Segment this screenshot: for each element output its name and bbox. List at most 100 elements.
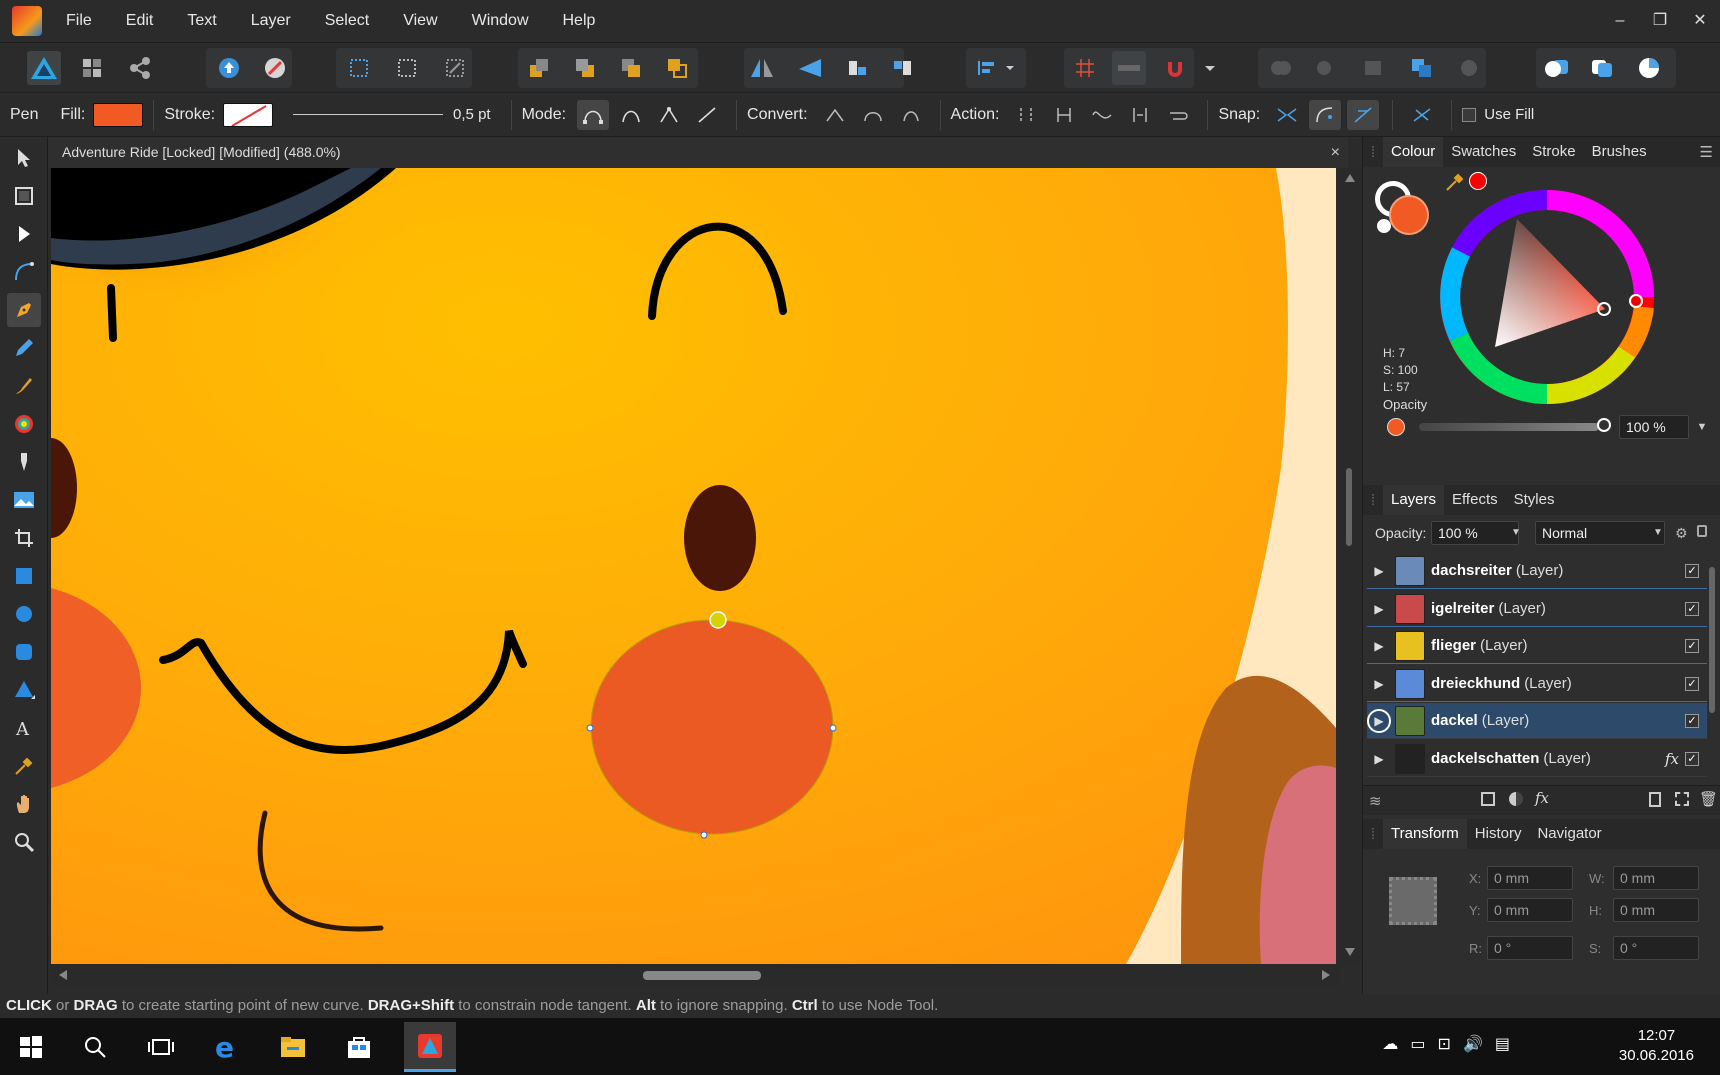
triangle-tool-icon[interactable] [7,673,41,707]
snapping-dropdown-icon[interactable] [1200,51,1220,85]
menu-layer[interactable]: Layer [239,0,313,42]
break-curve-icon[interactable] [1010,100,1042,130]
menu-window[interactable]: Window [460,0,551,42]
menu-view[interactable]: View [391,0,459,42]
move-tool-icon[interactable] [7,141,41,175]
delete-layer-icon[interactable]: 🗑 [1699,790,1718,808]
hand-tool-icon[interactable] [7,787,41,821]
vector-brush-tool-icon[interactable] [7,369,41,403]
volume-icon[interactable]: 🔊 [1463,1034,1483,1054]
battery-icon[interactable]: ▭ [1410,1034,1425,1054]
zoom-tool-icon[interactable] [7,825,41,859]
tab-styles[interactable]: Styles [1506,485,1563,515]
assistant-icon[interactable] [258,51,292,85]
reverse-curve-icon[interactable] [1162,100,1194,130]
blend-mode-dropdown-icon[interactable]: ▼ [1653,521,1663,545]
layer-row[interactable]: ▶ dreieckhund (Layer) ✓ [1367,666,1707,702]
menu-help[interactable]: Help [551,0,618,42]
fill-stroke-selector[interactable] [1375,181,1435,241]
horizontal-scrollbar[interactable] [51,964,1338,986]
designer-persona-icon[interactable] [27,51,61,85]
network-icon[interactable]: ⊡ [1438,1034,1451,1054]
start-icon[interactable] [12,1028,50,1066]
layer-opacity-field[interactable]: 100 % [1431,521,1519,545]
snap-options-icon[interactable] [1406,100,1438,130]
restore-button[interactable]: ❐ [1640,0,1680,42]
pixel-persona-icon[interactable] [75,51,109,85]
pen-mode-icon[interactable] [577,99,610,130]
layer-visibility-checkbox[interactable]: ✓ [1685,563,1699,578]
corner-tool-icon[interactable] [7,255,41,289]
smart-mode-icon[interactable] [615,100,647,130]
x-field[interactable]: 0 mm [1487,866,1573,890]
colour-wheel[interactable] [1437,187,1657,411]
search-icon[interactable] [76,1028,114,1066]
vertical-scroll-thumb[interactable] [1346,468,1352,546]
close-curve-icon[interactable] [1048,100,1080,130]
tab-effects[interactable]: Effects [1444,485,1506,515]
layer-row-selected[interactable]: ▶ dackel (Layer) ✓ [1367,703,1707,739]
snap-to-geometry-icon[interactable] [1347,99,1380,130]
tab-stroke[interactable]: Stroke [1524,137,1583,167]
fill-tool-icon[interactable] [7,407,41,441]
expand-icon[interactable]: ▶ [1367,602,1391,616]
node-tool-icon[interactable] [7,217,41,251]
onedrive-icon[interactable]: ☁ [1382,1034,1398,1054]
opacity-slider-handle[interactable] [1597,418,1611,432]
insert-inside-icon[interactable] [1586,51,1620,85]
flip-horizontal-icon[interactable] [745,51,779,85]
share-icon[interactable] [212,51,246,85]
select-none-icon[interactable] [390,51,424,85]
crop-tool-icon[interactable] [7,521,41,555]
edge-browser-icon[interactable]: e [208,1028,246,1066]
polygon-mode-icon[interactable] [653,100,685,130]
ellipse-tool-icon[interactable] [7,597,41,631]
add-layer-icon[interactable] [1649,792,1661,807]
w-field[interactable]: 0 mm [1613,866,1699,890]
fx-icon[interactable]: fx [1665,750,1679,768]
rotate-right-icon[interactable] [886,51,920,85]
scroll-up-icon[interactable] [1345,174,1355,182]
panel-menu-icon[interactable]: ☰ [1700,143,1713,161]
tab-colour[interactable]: Colour [1383,137,1444,167]
colour-opacity-field[interactable]: 100 % [1619,415,1689,439]
line-mode-icon[interactable] [691,100,723,130]
rotate-left-icon[interactable] [840,51,874,85]
move-to-front-icon[interactable] [660,51,694,85]
stroke-width-value[interactable]: 0,5 pt [453,106,491,123]
group-icon[interactable] [1675,792,1689,806]
affinity-designer-taskbar-icon[interactable] [404,1022,456,1072]
effects-icon[interactable]: fx [1535,789,1549,807]
snap-to-nodes-icon[interactable] [1271,100,1303,130]
grid-snap-icon[interactable] [1068,51,1102,85]
tab-layers[interactable]: Layers [1383,485,1445,515]
use-fill-checkbox[interactable] [1462,107,1477,122]
task-view-icon[interactable] [142,1028,180,1066]
join-curves-icon[interactable] [1124,100,1156,130]
tab-navigator[interactable]: Navigator [1529,819,1609,849]
anchor-selector-icon[interactable] [1389,877,1437,925]
artboard-tool-icon[interactable] [7,179,41,213]
y-field[interactable]: 0 mm [1487,898,1573,922]
close-document-icon[interactable]: × [1331,137,1340,168]
layer-row[interactable]: ▶ dachsreiter (Layer) ✓ [1367,553,1707,589]
shear-field[interactable]: 0 ° [1613,936,1699,960]
move-to-back-icon[interactable] [522,51,556,85]
layer-settings-icon[interactable]: ⚙ [1675,525,1688,542]
scroll-left-icon[interactable] [59,970,67,980]
canvas[interactable] [51,168,1336,964]
snap-to-curve-icon[interactable] [1309,99,1342,130]
layer-row[interactable]: ▶ igelreiter (Layer) ✓ [1367,591,1707,627]
layer-opacity-dropdown-icon[interactable]: ▼ [1511,521,1521,545]
menu-text[interactable]: Text [175,0,238,42]
artwork[interactable] [51,168,1336,964]
transparency-tool-icon[interactable] [7,445,41,479]
close-window-button[interactable]: ✕ [1680,0,1720,42]
invert-selection-icon[interactable] [438,51,472,85]
expand-icon[interactable]: ▶ [1367,752,1391,766]
tab-transform[interactable]: Transform [1383,819,1467,849]
select-all-icon[interactable] [342,51,376,85]
convert-smooth-icon[interactable] [857,100,889,130]
layers-stack-icon[interactable]: ≋ [1369,792,1382,810]
horizontal-scroll-thumb[interactable] [643,971,761,980]
